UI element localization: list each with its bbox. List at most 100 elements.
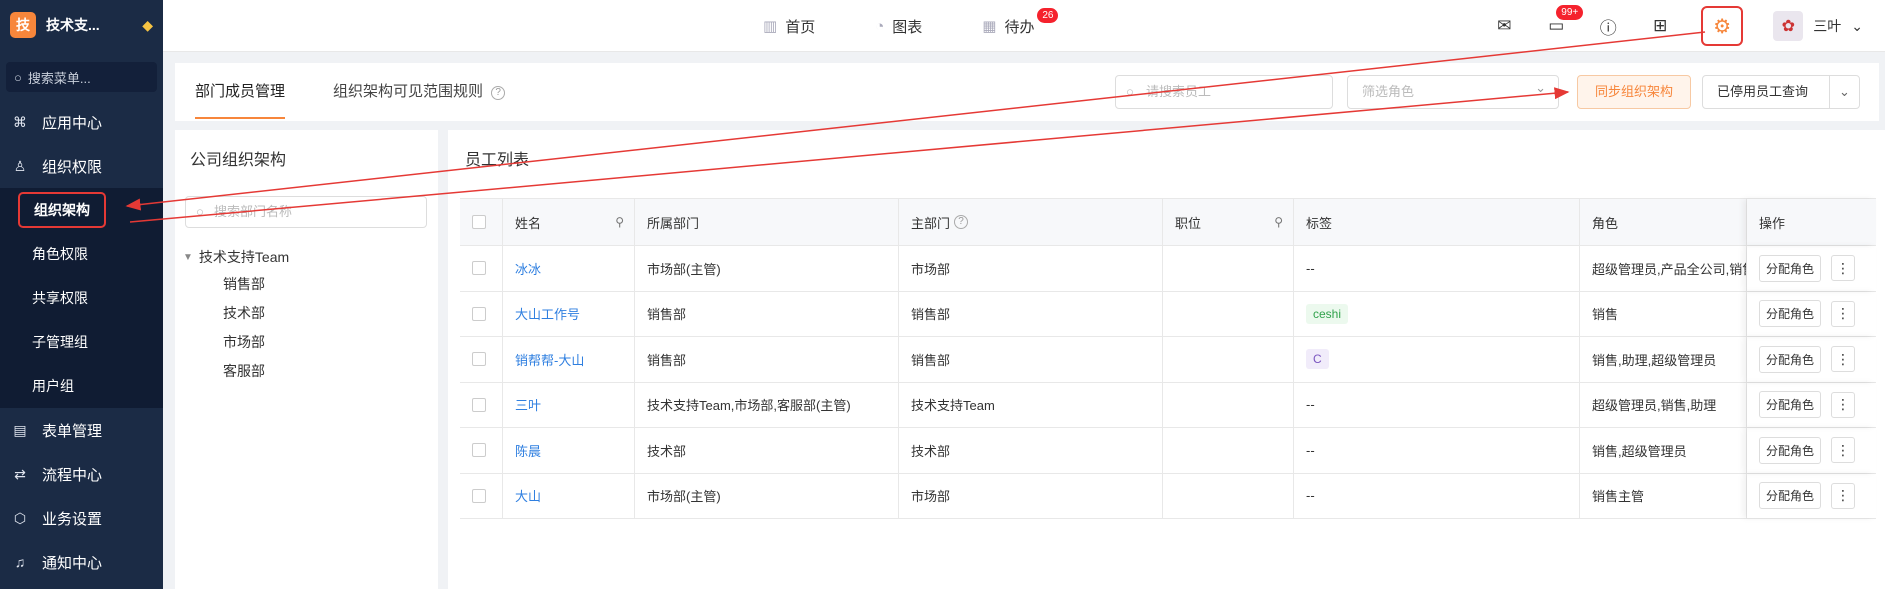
table-row[interactable]: 大山工作号 销售部 销售部 ceshi 销售 分配角色 ⋮ xyxy=(460,291,1876,337)
more-icon[interactable]: ⋮ xyxy=(1831,437,1856,464)
question-icon[interactable]: ? xyxy=(491,86,506,100)
row-checkbox[interactable] xyxy=(472,488,486,503)
main-dept-text: 市场部 xyxy=(911,261,951,277)
more-icon[interactable]: ⋮ xyxy=(1831,300,1856,327)
tab-label: 部门成员管理 xyxy=(195,83,286,100)
main-dept-cell: 技术部 xyxy=(899,428,1163,473)
tab-visibility-rules[interactable]: 组织架构可见范围规则 ? xyxy=(333,63,506,121)
employee-name-link[interactable]: 三叶 xyxy=(515,395,541,414)
table-row[interactable]: 大山 市场部(主管) 市场部 -- 销售主管 分配角色 ⋮ xyxy=(460,473,1876,519)
sub-item-role-permissions[interactable]: 角色权限 xyxy=(0,232,163,276)
nav-item-app-center[interactable]: ⌘ 应用中心 xyxy=(0,100,163,144)
tree-node[interactable]: 客服部 xyxy=(183,357,289,386)
assign-role-button[interactable]: 分配角色 xyxy=(1759,300,1822,328)
employee-name-link[interactable]: 销帮帮-大山 xyxy=(515,350,584,369)
table-row[interactable]: 陈晨 技术部 技术部 -- 销售,超级管理员 分配角色 ⋮ xyxy=(460,428,1876,474)
more-icon[interactable]: ⋮ xyxy=(1831,391,1856,418)
tab-todo[interactable]: ▦ 待办 26 xyxy=(982,7,1059,37)
filter-icon[interactable]: ⚲ xyxy=(1274,215,1283,229)
row-checkbox[interactable] xyxy=(472,397,486,412)
operation-cell: 分配角色 ⋮ xyxy=(1747,428,1876,473)
assign-role-button[interactable]: 分配角色 xyxy=(1759,254,1822,282)
employee-name-link[interactable]: 大山 xyxy=(515,486,541,505)
table-row[interactable]: 三叶 技术支持Team,市场部,客服部(主管) 技术支持Team -- 超级管理… xyxy=(460,382,1876,428)
assign-role-button[interactable]: 分配角色 xyxy=(1759,391,1822,419)
role-text: 销售主管 xyxy=(1592,489,1645,505)
table-row[interactable]: 冰冰 市场部(主管) 市场部 -- 超级管理员,产品全公司,销售 分配角色 ⋮ xyxy=(460,246,1876,292)
more-icon[interactable]: ⋮ xyxy=(1831,482,1856,509)
form-icon: ▤ xyxy=(13,421,27,438)
sub-item-org-structure[interactable]: 组织架构 xyxy=(0,188,163,232)
sub-item-user-group[interactable]: 用户组 xyxy=(0,364,163,408)
apps-icon: ⌘ xyxy=(13,113,27,130)
tab-charts[interactable]: ◔ 图表 xyxy=(875,16,922,37)
nav-item-notification-center[interactable]: ♫ 通知中心 xyxy=(0,540,163,584)
tree-node[interactable]: 销售部 xyxy=(183,270,289,299)
disabled-employee-query-button[interactable]: 已停用员工查询 ⌄ xyxy=(1702,75,1860,109)
assign-role-button[interactable]: 分配角色 xyxy=(1759,345,1822,373)
column-label: 所属部门 xyxy=(647,215,700,231)
tag-cell: -- xyxy=(1294,428,1580,473)
column-header: 职位 ⚲ xyxy=(1163,199,1294,245)
tree-node[interactable]: 技术部 xyxy=(183,299,289,328)
role-cell: 销售 xyxy=(1580,291,1747,336)
role-cell: 销售主管 xyxy=(1580,473,1747,518)
row-checkbox[interactable] xyxy=(472,352,486,367)
employee-name-link[interactable]: 陈晨 xyxy=(515,441,541,460)
more-icon[interactable]: ⋮ xyxy=(1831,255,1856,282)
nav-item-org-permissions[interactable]: ♙ 组织权限 xyxy=(0,144,163,188)
assign-role-button[interactable]: 分配角色 xyxy=(1759,436,1822,464)
column-header: 所属部门 xyxy=(635,199,899,245)
main-dept-text: 销售部 xyxy=(911,352,951,368)
message-icon[interactable]: ▭ 99+ xyxy=(1545,5,1584,37)
sync-org-button[interactable]: 同步组织架构 xyxy=(1577,75,1691,109)
more-icon[interactable]: ⋮ xyxy=(1831,346,1856,373)
tree-root[interactable]: ▼ 技术支持Team xyxy=(183,244,289,270)
brand[interactable]: 技 技术支... ◆ xyxy=(0,0,163,50)
nav-item-business-settings[interactable]: ⬡ 业务设置 xyxy=(0,496,163,540)
table-row[interactable]: 销帮帮-大山 销售部 销售部 C 销售,助理,超级管理员 分配角色 ⋮ xyxy=(460,337,1876,383)
select-all-checkbox[interactable] xyxy=(472,215,486,229)
menu-search-placeholder: 搜索菜单... xyxy=(27,70,91,86)
settings-button[interactable]: ⚙ xyxy=(1701,6,1744,46)
menu-search-input[interactable]: ○ 搜索菜单... xyxy=(6,62,157,92)
tab-dept-members[interactable]: 部门成员管理 xyxy=(195,63,286,121)
user-menu[interactable]: ✿ 三叶 ⌄ xyxy=(1773,11,1863,41)
sidebar: 技 技术支... ◆ ○ 搜索菜单... ⌘ 应用中心 ♙ 组织权限 组织架构 … xyxy=(0,0,163,589)
grid-icon[interactable]: ⊞ xyxy=(1649,15,1671,37)
dept-search-input[interactable]: 搜索部门名称 xyxy=(185,196,427,228)
header-checkbox-cell xyxy=(460,199,503,245)
employee-list-title: 员工列表 xyxy=(465,152,530,169)
role-filter-select[interactable]: 筛选角色 xyxy=(1347,72,1559,109)
question-icon[interactable]: ? xyxy=(954,215,969,229)
filter-icon[interactable]: ⚲ xyxy=(615,215,624,229)
name-cell: 冰冰 xyxy=(503,246,635,291)
column-header: 操作 xyxy=(1747,199,1876,245)
help-icon[interactable]: ⓘ xyxy=(1597,15,1619,38)
assign-role-button[interactable]: 分配角色 xyxy=(1759,482,1822,510)
employee-name-link[interactable]: 冰冰 xyxy=(515,259,541,278)
row-checkbox[interactable] xyxy=(472,261,486,276)
org-structure-panel: 公司组织架构 搜索部门名称 ▼ 技术支持Team 销售部 技术部 市场部 客服部 xyxy=(175,130,438,589)
message-badge: 99+ xyxy=(1556,5,1584,20)
tab-home[interactable]: ▥ 首页 xyxy=(763,16,815,37)
nav-item-flow-center[interactable]: ⇄ 流程中心 xyxy=(0,452,163,496)
row-checkbox[interactable] xyxy=(472,306,486,321)
sub-item-shared-permissions[interactable]: 共享权限 xyxy=(0,276,163,320)
employee-name-link[interactable]: 大山工作号 xyxy=(515,304,580,323)
nav-item-form-management[interactable]: ▤ 表单管理 xyxy=(0,408,163,452)
search-icon: ○ xyxy=(14,69,22,85)
sub-item-sub-admin-group[interactable]: 子管理组 xyxy=(0,320,163,364)
sub-item-label: 子管理组 xyxy=(32,334,88,350)
employee-search-input[interactable]: 请搜索员工 xyxy=(1115,75,1333,109)
chevron-down-icon[interactable]: ⌄ xyxy=(1829,76,1859,108)
name-cell: 三叶 xyxy=(503,382,635,427)
tag-cell: -- xyxy=(1294,382,1580,427)
row-checkbox[interactable] xyxy=(472,443,486,458)
mail-icon[interactable]: ✉ xyxy=(1493,15,1515,37)
caret-down-icon[interactable]: ▼ xyxy=(183,252,193,263)
tree-node[interactable]: 市场部 xyxy=(183,328,289,357)
operation-cell: 分配角色 ⋮ xyxy=(1747,383,1876,428)
name-cell: 大山 xyxy=(503,473,635,518)
brand-logo: 技 xyxy=(10,12,36,38)
